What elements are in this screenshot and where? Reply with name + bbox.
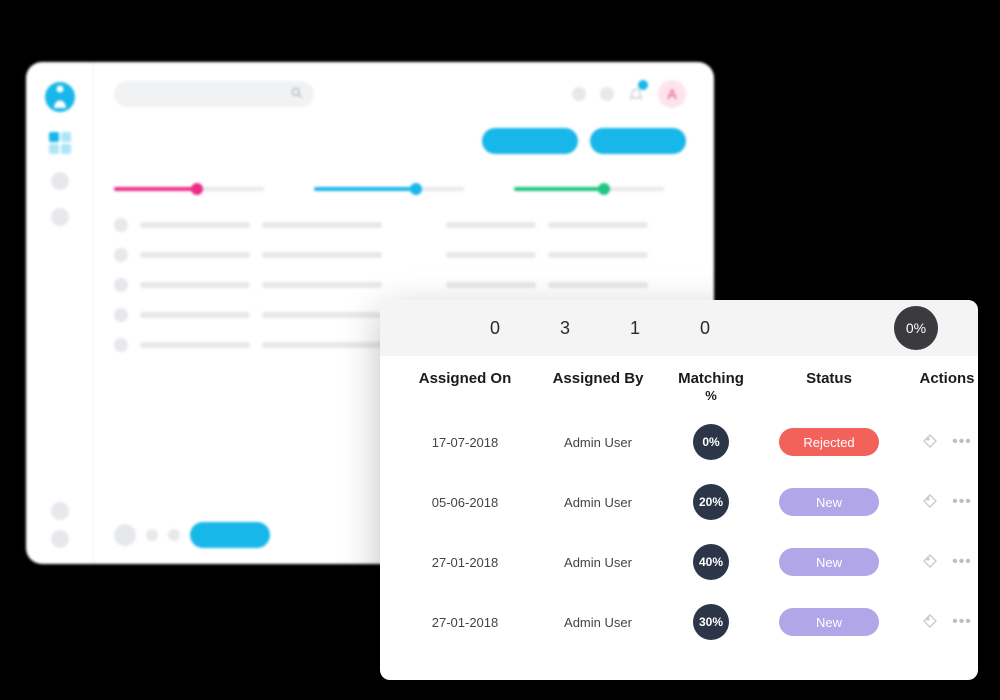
- sidebar-item[interactable]: [51, 172, 69, 190]
- table-row: 17-07-2018 Admin User 0% Rejected •••: [380, 412, 978, 472]
- cell-status: New: [764, 488, 894, 516]
- stat-value: 1: [630, 318, 640, 339]
- cell-matching: 20%: [666, 484, 756, 520]
- avatar-letter: A: [667, 86, 676, 102]
- cell-assigned-by: Admin User: [538, 555, 658, 570]
- matching-badge: 0%: [693, 424, 729, 460]
- col-status: Status: [764, 370, 894, 404]
- notification-badge: [638, 80, 648, 90]
- cell-status: New: [764, 608, 894, 636]
- list-item[interactable]: [114, 218, 686, 232]
- matching-badge: 30%: [693, 604, 729, 640]
- action-pill-row: [114, 128, 686, 154]
- assignments-table-card: 0 3 1 0 0% Assigned On Assigned By Match…: [380, 300, 978, 680]
- slider-blue[interactable]: [314, 182, 464, 194]
- slider-row: [114, 182, 686, 194]
- tag-icon[interactable]: [922, 613, 938, 632]
- status-badge: Rejected: [779, 428, 879, 456]
- notifications-icon[interactable]: [628, 84, 644, 104]
- table-body: 17-07-2018Admin User0%Rejected•••05-06-2…: [380, 412, 978, 652]
- more-icon[interactable]: •••: [952, 553, 972, 571]
- cell-status: Rejected: [764, 428, 894, 456]
- cell-assigned-on: 05-06-2018: [400, 495, 530, 510]
- stat-value: 0: [700, 318, 710, 339]
- stat-percent-badge: 0%: [894, 306, 938, 350]
- sidebar-item[interactable]: [51, 502, 69, 520]
- cell-matching: 40%: [666, 544, 756, 580]
- list-item[interactable]: [114, 248, 686, 262]
- cell-matching: 30%: [666, 604, 756, 640]
- stat-value: 0: [490, 318, 500, 339]
- cell-actions: •••: [902, 613, 978, 632]
- cell-matching: 0%: [666, 424, 756, 460]
- col-assigned-by: Assigned By: [538, 370, 658, 404]
- avatar[interactable]: A: [658, 80, 686, 108]
- cell-assigned-by: Admin User: [538, 435, 658, 450]
- matching-badge: 40%: [693, 544, 729, 580]
- top-action[interactable]: [600, 87, 614, 101]
- slider-green[interactable]: [514, 182, 664, 194]
- status-badge: New: [779, 488, 879, 516]
- cell-assigned-by: Admin User: [538, 495, 658, 510]
- cell-actions: •••: [902, 433, 978, 452]
- col-actions: Actions: [902, 370, 978, 404]
- sidebar: [26, 62, 94, 564]
- cell-actions: •••: [902, 553, 978, 572]
- table-row: 27-01-2018 Admin User 40% New •••: [380, 532, 978, 592]
- primary-button[interactable]: [590, 128, 686, 154]
- top-action[interactable]: [572, 87, 586, 101]
- table-row: 27-01-2018 Admin User 30% New •••: [380, 592, 978, 652]
- status-badge: New: [779, 548, 879, 576]
- app-logo-icon: [43, 80, 77, 114]
- sidebar-item[interactable]: [51, 530, 69, 548]
- table-row: 05-06-2018 Admin User 20% New •••: [380, 472, 978, 532]
- stats-bar: 0 3 1 0 0%: [380, 300, 978, 356]
- cell-actions: •••: [902, 493, 978, 512]
- primary-button[interactable]: [482, 128, 578, 154]
- table-header: Assigned On Assigned By Matching% Status…: [380, 356, 978, 412]
- bottom-action[interactable]: [146, 529, 158, 541]
- status-badge: New: [779, 608, 879, 636]
- stat-value: 3: [560, 318, 570, 339]
- cell-status: New: [764, 548, 894, 576]
- bottom-action[interactable]: [168, 529, 180, 541]
- bottom-action[interactable]: [114, 524, 136, 546]
- col-matching: Matching%: [666, 370, 756, 404]
- more-icon[interactable]: •••: [952, 613, 972, 631]
- search-input[interactable]: [114, 81, 314, 107]
- col-assigned-on: Assigned On: [400, 370, 530, 404]
- cell-assigned-on: 17-07-2018: [400, 435, 530, 450]
- cell-assigned-by: Admin User: [538, 615, 658, 630]
- sidebar-item[interactable]: [51, 208, 69, 226]
- search-icon: [290, 86, 304, 100]
- tag-icon[interactable]: [922, 553, 938, 572]
- slider-pink[interactable]: [114, 182, 264, 194]
- top-bar: A: [114, 80, 686, 108]
- matching-badge: 20%: [693, 484, 729, 520]
- more-icon[interactable]: •••: [952, 493, 972, 511]
- cell-assigned-on: 27-01-2018: [400, 555, 530, 570]
- dashboard-nav-icon[interactable]: [49, 132, 71, 154]
- more-icon[interactable]: •••: [952, 433, 972, 451]
- tag-icon[interactable]: [922, 493, 938, 512]
- cell-assigned-on: 27-01-2018: [400, 615, 530, 630]
- bottom-primary-button[interactable]: [190, 522, 270, 548]
- list-item[interactable]: [114, 278, 686, 292]
- tag-icon[interactable]: [922, 433, 938, 452]
